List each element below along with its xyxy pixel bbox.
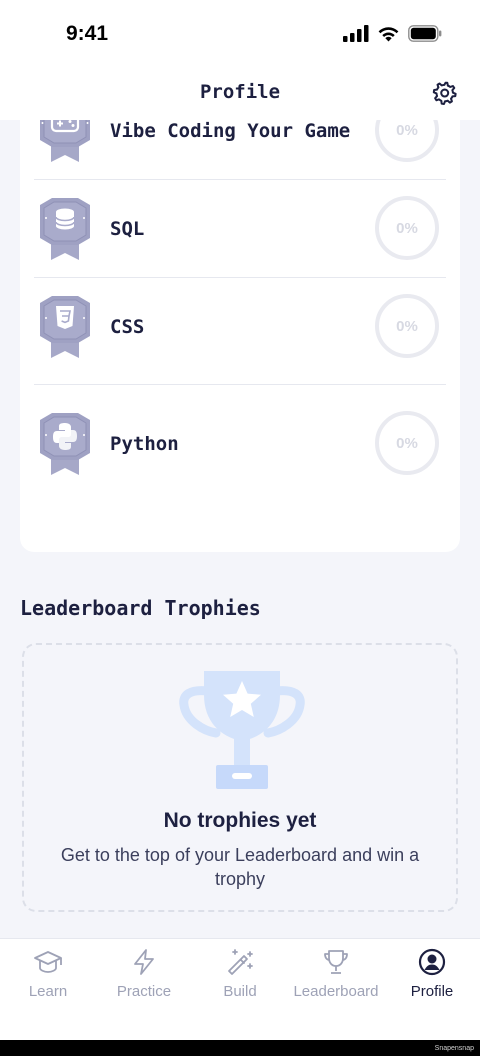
trophy-icon [324, 950, 348, 974]
database-icon [40, 198, 90, 260]
css-shield-icon [40, 296, 90, 358]
trophy-illustration-icon [179, 671, 305, 789]
tab-learn[interactable]: Learn [0, 947, 96, 1007]
trophies-empty-state: No trophies yet Get to the top of your L… [22, 643, 458, 912]
watermark: Snapensnap [434, 1045, 474, 1052]
course-name: SQL [110, 218, 145, 240]
status-time: 9:41 [66, 22, 109, 45]
tab-label: Leaderboard [293, 983, 379, 1000]
profile-icon [418, 948, 446, 976]
tab-label: Learn [28, 983, 68, 1000]
tab-profile[interactable]: Profile [384, 947, 480, 1007]
course-progress-card: Vibe Coding Your Game 0% SQL 0% CSS 0% P… [20, 60, 460, 552]
progress-ring: 0% [375, 294, 439, 358]
tab-practice[interactable]: Practice [96, 947, 192, 1007]
section-title-leaderboard-trophies: Leaderboard Trophies [20, 596, 261, 620]
course-row-python[interactable]: Python 0% [34, 385, 446, 515]
course-name: Python [110, 433, 179, 455]
bottom-strip [0, 1040, 480, 1056]
course-row-css[interactable]: CSS 0% [34, 278, 446, 385]
graduation-cap-icon [34, 951, 62, 973]
wifi-icon [378, 27, 399, 42]
page-title: Profile [199, 81, 281, 103]
empty-state-description: Get to the top of your Leaderboard and w… [60, 845, 420, 889]
signal-icon [343, 25, 369, 42]
course-name: CSS [110, 316, 145, 338]
empty-state-title: No trophies yet [163, 809, 317, 832]
tab-label: Build [223, 983, 257, 1000]
tab-label: Practice [116, 983, 172, 1000]
lightning-icon [134, 949, 154, 975]
top-header: Profile [0, 70, 480, 120]
tab-label: Profile [410, 983, 454, 1000]
gear-icon [432, 81, 457, 105]
status-bar: 9:41 [0, 0, 480, 70]
tab-leaderboard[interactable]: Leaderboard [288, 947, 384, 1007]
status-icons [343, 25, 442, 42]
progress-ring: 0% [375, 196, 439, 260]
course-row-sql[interactable]: SQL 0% [34, 180, 446, 278]
magic-wand-icon [228, 949, 253, 975]
battery-icon [408, 25, 442, 42]
course-name: Vibe Coding Your Game [110, 120, 351, 142]
bottom-tab-bar: Learn Practice Build Leaderboard Profile [0, 938, 480, 1040]
progress-ring: 0% [375, 411, 439, 475]
python-icon [40, 413, 90, 475]
settings-button[interactable] [430, 78, 460, 108]
tab-build[interactable]: Build [192, 947, 288, 1007]
